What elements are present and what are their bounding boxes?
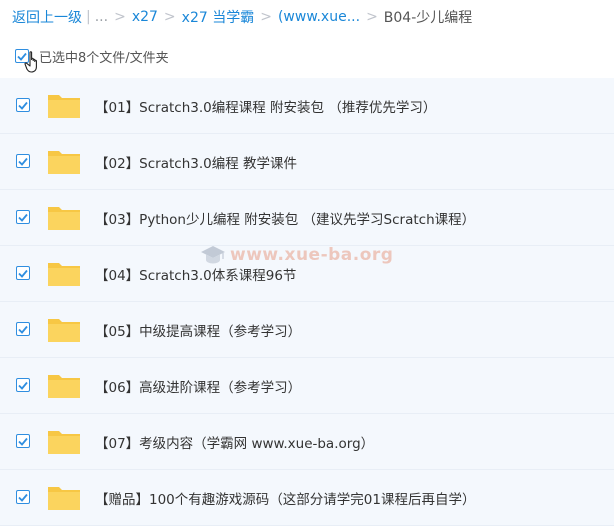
file-checkbox[interactable] — [16, 322, 30, 336]
breadcrumb-separator: > — [366, 9, 378, 25]
breadcrumb-current: B04-少儿编程 — [383, 10, 473, 26]
folder-icon[interactable] — [47, 260, 81, 288]
file-checkbox[interactable] — [16, 266, 30, 280]
file-checkbox[interactable] — [16, 378, 30, 392]
breadcrumb-item-3[interactable]: (www.xue... — [278, 9, 360, 25]
file-name[interactable]: 【赠品】100个有趣游戏源码（这部分请学完01课程后再自学） — [95, 488, 475, 508]
watermark-text: www.xue-ba.org — [230, 245, 394, 265]
breadcrumb-separator: > — [114, 9, 126, 25]
selection-count-label: 已选中8个文件/文件夹 — [39, 50, 169, 66]
file-list: 【01】Scratch3.0编程课程 附安装包 （推荐优先学习） 【02】Scr… — [0, 78, 614, 526]
breadcrumb-item-2[interactable]: x27 当学霸 — [182, 7, 255, 27]
file-name[interactable]: 【02】Scratch3.0编程 教学课件 — [95, 152, 297, 172]
file-name[interactable]: 【03】Python少儿编程 附安装包 （建议先学习Scratch课程） — [95, 208, 475, 228]
watermark: www.xue-ba.org — [200, 244, 393, 266]
file-row[interactable]: 【05】中级提高课程（参考学习） — [0, 302, 614, 358]
file-checkbox[interactable] — [16, 98, 30, 112]
folder-icon[interactable] — [47, 484, 81, 512]
folder-icon[interactable] — [47, 428, 81, 456]
checkmark-icon — [18, 269, 28, 278]
file-checkbox[interactable] — [16, 490, 30, 504]
breadcrumb-separator: > — [163, 9, 176, 25]
folder-icon[interactable] — [47, 148, 81, 176]
file-row[interactable]: 【赠品】100个有趣游戏源码（这部分请学完01课程后再自学） — [0, 470, 614, 526]
breadcrumb-ellipsis[interactable]: ... — [95, 9, 108, 25]
breadcrumb-item-1[interactable]: x27 — [132, 9, 158, 25]
file-row[interactable]: 【07】考级内容（学霸网 www.xue-ba.org） — [0, 414, 614, 470]
file-name[interactable]: 【01】Scratch3.0编程课程 附安装包 （推荐优先学习） — [95, 96, 436, 116]
folder-icon[interactable] — [47, 372, 81, 400]
hand-pointer-icon — [24, 51, 37, 73]
checkmark-icon — [18, 381, 28, 390]
checkmark-icon — [18, 437, 28, 446]
file-row[interactable]: 【06】高级进阶课程（参考学习） — [0, 358, 614, 414]
folder-icon[interactable] — [47, 204, 81, 232]
file-name[interactable]: 【04】Scratch3.0体系课程96节 — [95, 264, 296, 284]
file-name[interactable]: 【05】中级提高课程（参考学习） — [95, 320, 301, 340]
graduation-cap-icon — [201, 246, 225, 264]
folder-icon[interactable] — [47, 316, 81, 344]
file-row[interactable]: 【01】Scratch3.0编程课程 附安装包 （推荐优先学习） — [0, 78, 614, 134]
breadcrumb-separator: > — [260, 9, 272, 25]
file-checkbox[interactable] — [16, 434, 30, 448]
folder-icon[interactable] — [47, 92, 81, 120]
file-name[interactable]: 【07】考级内容（学霸网 www.xue-ba.org） — [95, 432, 374, 452]
file-row[interactable]: 【03】Python少儿编程 附安装包 （建议先学习Scratch课程） — [0, 190, 614, 246]
breadcrumb-back-link[interactable]: 返回上一级 — [12, 7, 82, 27]
file-checkbox[interactable] — [16, 210, 30, 224]
checkmark-icon — [18, 493, 28, 502]
file-checkbox[interactable] — [16, 154, 30, 168]
checkmark-icon — [18, 213, 28, 222]
checkmark-icon — [18, 157, 28, 166]
breadcrumb: 返回上一级 | ... > x27 > x27 当学霸 > (www.xue..… — [12, 7, 472, 27]
checkmark-icon — [18, 101, 28, 110]
file-name[interactable]: 【06】高级进阶课程（参考学习） — [95, 376, 301, 396]
breadcrumb-pipe: | — [86, 9, 91, 25]
file-row[interactable]: 【02】Scratch3.0编程 教学课件 — [0, 134, 614, 190]
checkmark-icon — [18, 325, 28, 334]
